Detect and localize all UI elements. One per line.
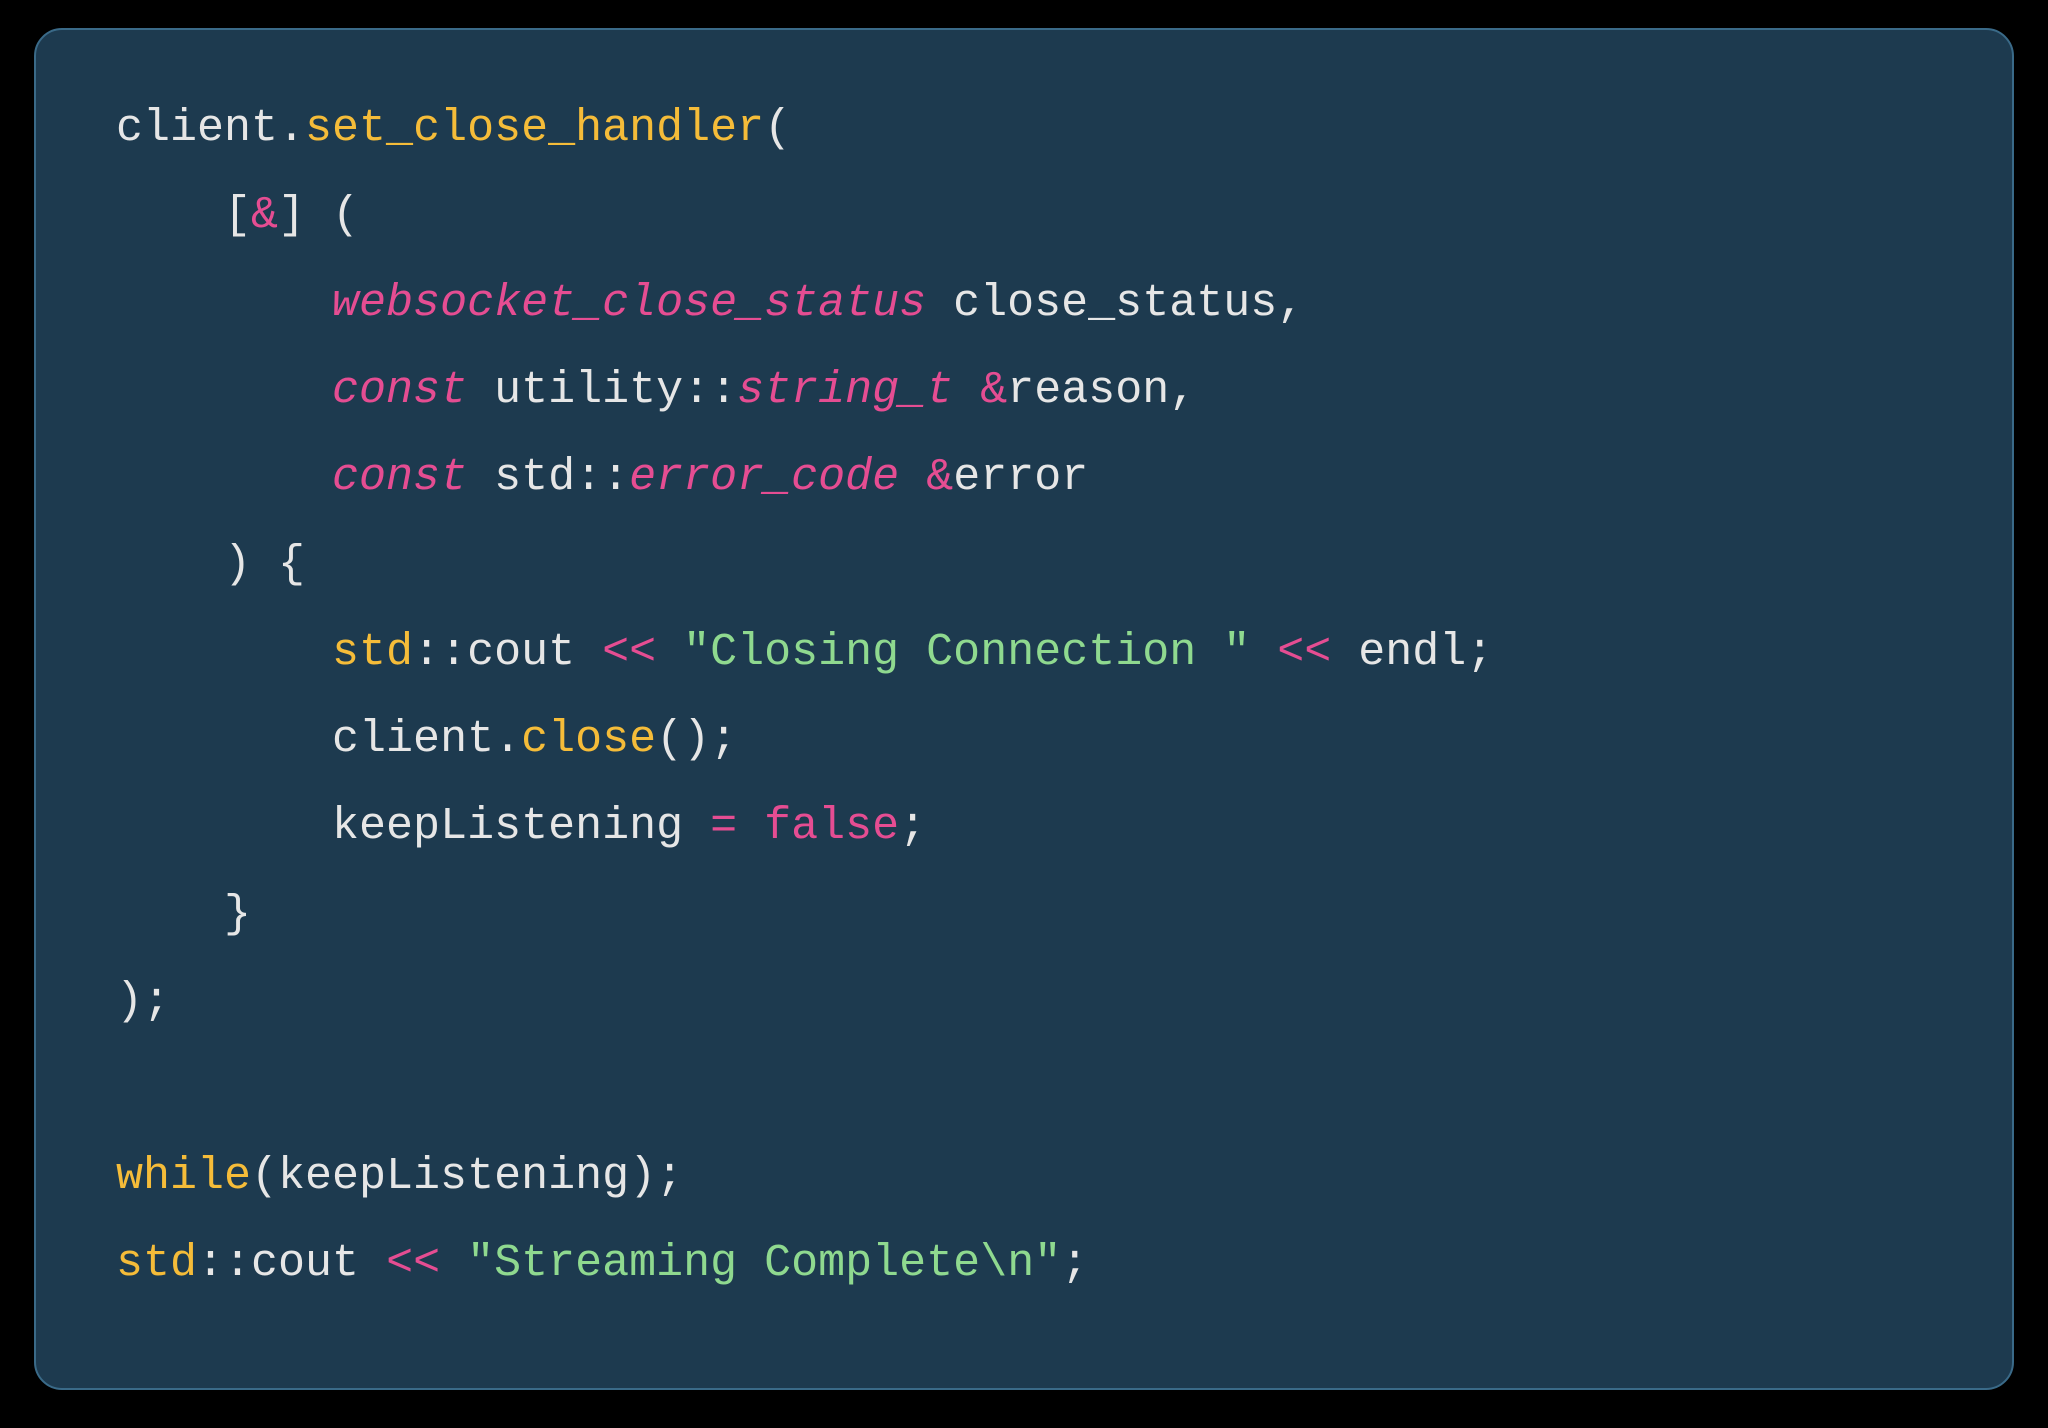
token-scope: ::: [413, 627, 467, 678]
token-capture-amp: &: [251, 190, 278, 241]
token-semi: ;: [899, 801, 926, 852]
space: [656, 627, 683, 678]
token-paren-open: (: [332, 190, 359, 241]
token-cout: cout: [467, 627, 602, 678]
space: [467, 452, 494, 503]
indent: [116, 539, 224, 590]
token-paren-open: (: [764, 103, 791, 154]
token-param: close_status,: [926, 278, 1304, 329]
indent: [116, 452, 332, 503]
code-line-10: }: [116, 889, 251, 940]
token-scope: ::: [197, 1238, 251, 1289]
token-semi: ;: [1061, 1238, 1088, 1289]
token-bracket: [: [224, 190, 251, 241]
token-dot: .: [494, 714, 521, 765]
token-bracket: ]: [278, 190, 305, 241]
token-type: string_t: [737, 365, 953, 416]
token-param: error: [953, 452, 1088, 503]
code-line-2: [&] (: [116, 190, 359, 241]
outer-frame: client.set_close_handler( [&] ( websocke…: [0, 0, 2048, 1428]
space: [1250, 627, 1277, 678]
token-string: "Closing Connection ": [683, 627, 1250, 678]
token-param: reason: [1007, 365, 1169, 416]
indent: [116, 889, 224, 940]
code-line-6: ) {: [116, 539, 305, 590]
token-namespace: utility: [494, 365, 683, 416]
indent: [116, 627, 332, 678]
token-paren-close: );: [116, 976, 170, 1027]
token-type: websocket_close_status: [332, 278, 926, 329]
indent: [116, 278, 332, 329]
token-cout: cout: [251, 1238, 386, 1289]
code-line-9: keepListening = false;: [116, 801, 926, 852]
token-const: const: [332, 365, 467, 416]
code-line-5: const std::error_code &error: [116, 452, 1088, 503]
token-brace: ) {: [224, 539, 305, 590]
token-endl: endl;: [1331, 627, 1493, 678]
indent: [116, 365, 332, 416]
token-amp: &: [980, 365, 1007, 416]
space: [467, 365, 494, 416]
token-lhs: keepListening: [332, 801, 710, 852]
token-string-close: ": [1034, 1238, 1061, 1289]
space: [440, 1238, 467, 1289]
token-amp: &: [926, 452, 953, 503]
token-type: error_code: [629, 452, 899, 503]
token-namespace: std: [116, 1238, 197, 1289]
token-string-open: "Streaming Complete: [467, 1238, 980, 1289]
indent: [116, 714, 332, 765]
code-line-14: std::cout << "Streaming Complete\n";: [116, 1238, 1088, 1289]
code-line-7: std::cout << "Closing Connection " << en…: [116, 627, 1493, 678]
space: [737, 801, 764, 852]
token-method: set_close_handler: [305, 103, 764, 154]
code-line-4: const utility::string_t &reason,: [116, 365, 1196, 416]
token-while: while: [116, 1151, 251, 1202]
token-stream-op: <<: [1277, 627, 1331, 678]
token-method: close: [521, 714, 656, 765]
token-stream-op: <<: [602, 627, 656, 678]
token-object: client: [116, 103, 278, 154]
token-const: const: [332, 452, 467, 503]
code-line-3: websocket_close_status close_status,: [116, 278, 1304, 329]
code-line-13: while(keepListening);: [116, 1151, 683, 1202]
token-condition: (keepListening);: [251, 1151, 683, 1202]
token-assign: =: [710, 801, 737, 852]
token-namespace: std: [332, 627, 413, 678]
token-stream-op: <<: [386, 1238, 440, 1289]
space: [953, 365, 980, 416]
code-line-1: client.set_close_handler(: [116, 103, 791, 154]
token-brace: }: [224, 889, 251, 940]
space: [305, 190, 332, 241]
code-line-11: );: [116, 976, 170, 1027]
token-comma: ,: [1169, 365, 1196, 416]
code-line-8: client.close();: [116, 714, 737, 765]
token-escape: \n: [980, 1238, 1034, 1289]
token-scope: ::: [575, 452, 629, 503]
code-panel: client.set_close_handler( [&] ( websocke…: [34, 28, 2014, 1390]
space: [899, 452, 926, 503]
token-namespace: std: [494, 452, 575, 503]
token-scope: ::: [683, 365, 737, 416]
indent: [116, 190, 224, 241]
token-boolean: false: [764, 801, 899, 852]
token-object: client: [332, 714, 494, 765]
token-dot: .: [278, 103, 305, 154]
indent: [116, 801, 332, 852]
token-call: ();: [656, 714, 737, 765]
